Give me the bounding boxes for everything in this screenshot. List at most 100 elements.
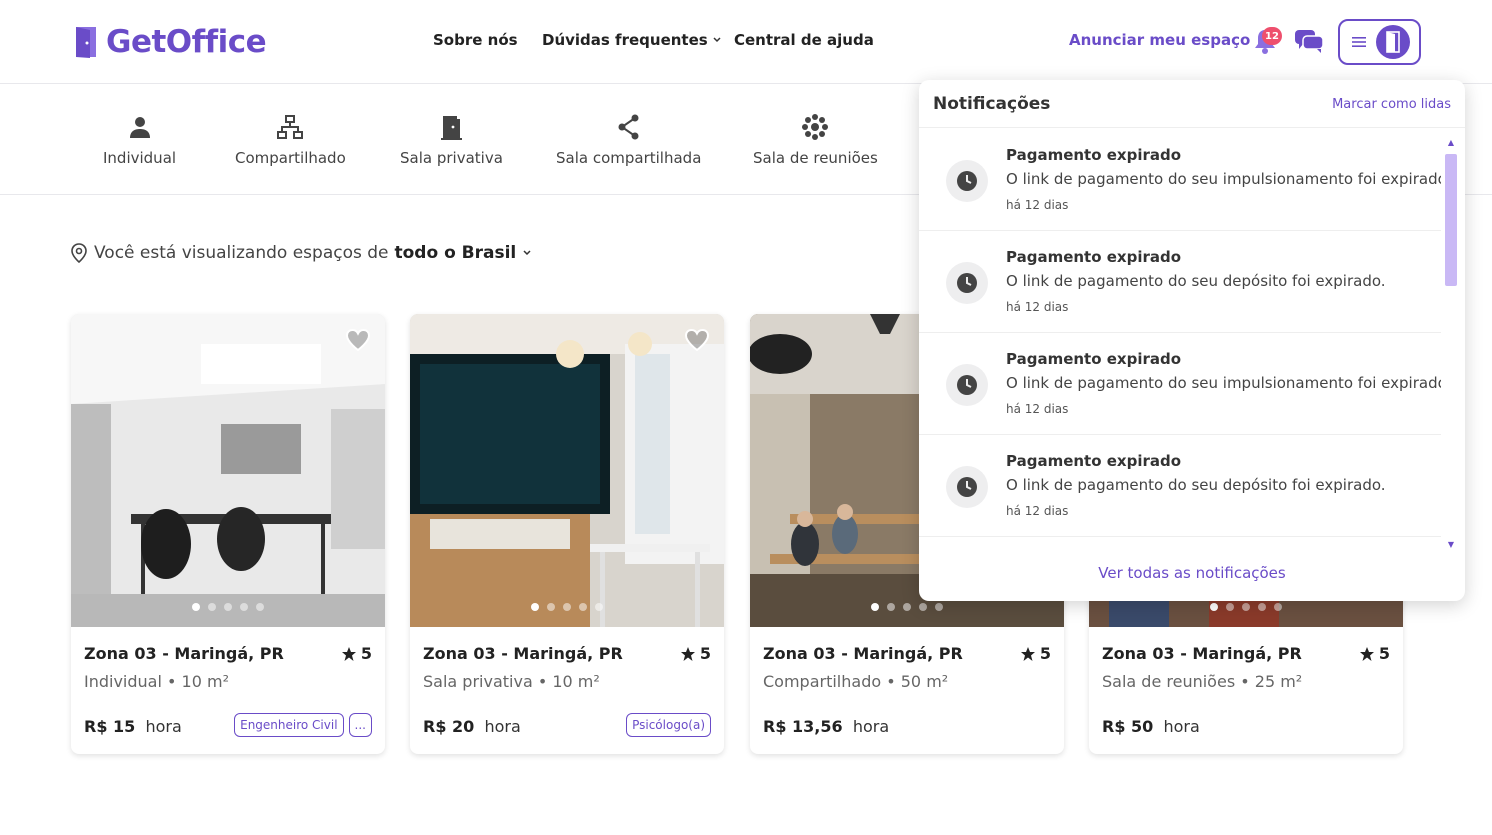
category-compartilhado[interactable]: Compartilhado [235,113,346,167]
location-pin-icon [71,243,87,263]
location-selector[interactable]: Você está visualizando espaços de todo o… [70,243,532,263]
category-label: Sala compartilhada [556,149,702,167]
see-all-notifications-link[interactable]: Ver todas as notificações [919,564,1465,582]
profession-tag[interactable]: Psicólogo(a) [626,713,711,737]
price-value: R$ 15 [84,717,136,736]
pagination-dot[interactable] [871,603,879,611]
pagination-dot[interactable] [595,603,603,611]
logo[interactable]: GetOffice [74,24,267,60]
pagination-dot[interactable] [903,603,911,611]
notification-time: há 12 dias [1006,198,1069,212]
pagination-dot[interactable] [1274,603,1282,611]
notification-icon-wrap [946,466,988,508]
more-tags-button[interactable]: ... [348,713,372,737]
category-label: Sala de reuniões [753,149,878,167]
location-value: todo o Brasil [394,243,517,263]
rating-value: 5 [1039,644,1051,663]
card-subtitle: Sala privativa • 10 m² [423,672,600,691]
card-title: Zona 03 - Maringá, PR [1102,644,1302,663]
pagination-dot[interactable] [1258,603,1266,611]
pagination-dot[interactable] [192,603,200,611]
notification-body: O link de pagamento do seu impulsionamen… [1006,374,1441,392]
scroll-down-icon[interactable]: ▼ [1445,540,1457,550]
pagination-dot[interactable] [531,603,539,611]
chevron-down-icon [713,37,721,43]
logo-text: GetOffice [106,24,267,60]
category-label: Sala privativa [400,149,503,167]
category-label: Compartilhado [235,149,346,167]
notification-time: há 12 dias [1006,300,1069,314]
pagination-dot[interactable] [256,603,264,611]
nav-faq[interactable]: Dúvidas frequentes [542,31,722,49]
pagination-dot[interactable] [240,603,248,611]
notification-item[interactable]: Pagamento expirado O link de pagamento d… [919,333,1441,435]
category-label: Individual [103,149,177,167]
messages-button[interactable] [1294,28,1324,58]
pagination-dot[interactable] [547,603,555,611]
category-sala-privativa[interactable]: Sala privativa [400,113,503,167]
notification-title: Pagamento expirado [1006,146,1182,164]
office-photo [71,314,385,627]
category-sala-compartilhada[interactable]: Sala compartilhada [556,113,701,167]
space-photo[interactable] [71,314,385,627]
price-value: R$ 13,56 [763,717,843,736]
nav-help-center[interactable]: Central de ajuda [734,31,874,49]
pagination-dot[interactable] [224,603,232,611]
hamburger-icon [1352,37,1366,47]
favorite-heart-icon[interactable] [684,328,710,352]
price-unit: hora [145,717,182,736]
pagination-dot[interactable] [1242,603,1250,611]
rating-value: 5 [699,644,711,663]
office-photo [410,314,724,627]
notification-icon-wrap [946,160,988,202]
category-sala-reunioes[interactable]: Sala de reuniões [753,113,878,167]
photo-pagination [871,603,943,611]
card-rating: 5 [680,644,711,663]
card-subtitle: Sala de reuniões • 25 m² [1102,672,1303,691]
profession-tag[interactable]: Engenheiro Civil [234,713,344,737]
door-logo-icon [76,27,96,58]
pagination-dot[interactable] [919,603,927,611]
card-rating: 5 [1020,644,1051,663]
notification-count-badge: 12 [1262,27,1282,45]
advertise-space-link[interactable]: Anunciar meu espaço [1069,31,1250,49]
notifications-panel: Notificações Marcar como lidas Pagamento… [919,80,1465,601]
card-price: R$ 15 hora [84,717,182,736]
card-tags: Engenheiro Civil ... [234,713,372,737]
card-subtitle: Individual • 10 m² [84,672,229,691]
pagination-dot[interactable] [887,603,895,611]
notification-item[interactable]: Pagamento expirado O link de pagamento d… [919,129,1441,231]
scroll-up-icon[interactable]: ▲ [1445,138,1457,148]
nav-about[interactable]: Sobre nós [433,31,518,49]
user-menu-button[interactable] [1338,19,1421,65]
notifications-scrollbar[interactable]: ▲ ▼ [1441,136,1457,554]
notifications-header: Notificações Marcar como lidas [919,80,1465,128]
space-photo[interactable] [410,314,724,627]
card-title: Zona 03 - Maringá, PR [763,644,963,663]
space-card[interactable]: Zona 03 - Maringá, PR 5 Sala privativa •… [410,314,724,754]
star-icon [1020,646,1035,661]
door-avatar-icon [1386,31,1400,53]
pagination-dot[interactable] [563,603,571,611]
scroll-thumb[interactable] [1445,154,1457,286]
chat-icon [1295,30,1324,53]
space-card[interactable]: Zona 03 - Maringá, PR 5 Individual • 10 … [71,314,385,754]
pagination-dot[interactable] [579,603,587,611]
category-individual[interactable]: Individual [103,113,176,167]
person-icon [129,117,150,138]
hub-icon [802,114,829,140]
site-header: GetOffice Sobre nós Dúvidas frequentes C… [0,0,1492,84]
avatar [1376,25,1410,59]
pagination-dot[interactable] [935,603,943,611]
card-subtitle: Compartilhado • 50 m² [763,672,949,691]
mark-all-read-link[interactable]: Marcar como lidas [1332,97,1451,112]
notification-item[interactable]: Pagamento expirado O link de pagamento d… [919,435,1441,537]
card-price: R$ 20 hora [423,717,521,736]
pagination-dot[interactable] [1226,603,1234,611]
photo-pagination [531,603,603,611]
card-price: R$ 50 hora [1102,717,1200,736]
favorite-heart-icon[interactable] [345,328,371,352]
pagination-dot[interactable] [1210,603,1218,611]
notification-item[interactable]: Pagamento expirado O link de pagamento d… [919,231,1441,333]
pagination-dot[interactable] [208,603,216,611]
